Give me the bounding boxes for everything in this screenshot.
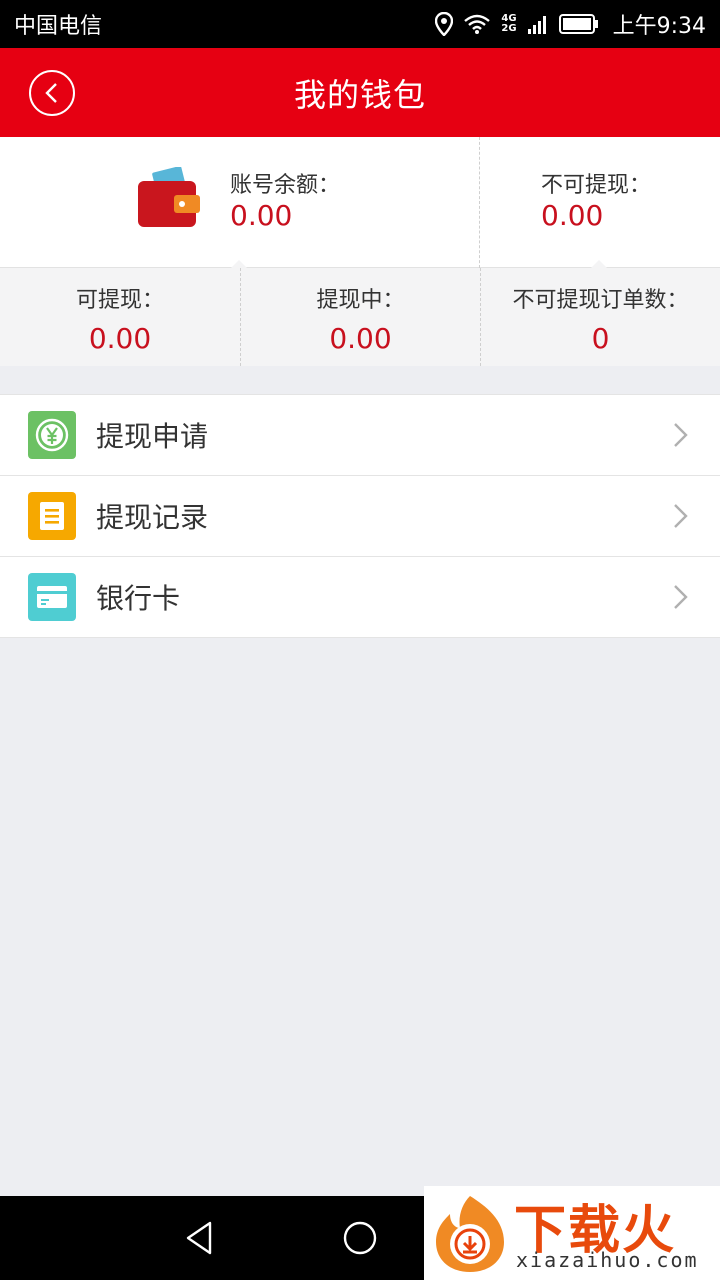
status-bar: 中国电信 4G 2G 上午9:34 (0, 0, 720, 48)
yen-coin-icon (28, 411, 76, 459)
withdrawable-value: 0.00 (88, 322, 152, 355)
account-balance-value: 0.00 (230, 199, 293, 232)
wallet-menu: 提现申请 提现记录 银行卡 (0, 394, 720, 638)
menu-label: 提现记录 (96, 501, 209, 534)
non-withdrawable-label: 不可提现： (541, 173, 652, 198)
withdrawing-cell: 提现中： 0.00 (240, 268, 480, 366)
carrier-name: 中国电信 (14, 14, 103, 39)
location-icon (435, 12, 454, 36)
non-withdrawable-orders-label: 不可提现订单数： (512, 288, 689, 313)
withdrawing-label: 提现中： (316, 288, 405, 313)
non-withdrawable-orders-value: 0 (591, 322, 610, 355)
balance-summary: 账号余额： 0.00 不可提现： 0.00 (0, 137, 720, 268)
menu-item-withdraw-apply[interactable]: 提现申请 (0, 395, 720, 476)
nav-back-icon[interactable] (184, 1220, 216, 1256)
bank-card-icon (28, 573, 76, 621)
document-icon (28, 492, 76, 540)
menu-label: 银行卡 (96, 582, 181, 615)
pointer-notch (231, 260, 247, 268)
withdrawable-label: 可提现： (75, 288, 164, 313)
nav-home-icon[interactable] (342, 1220, 378, 1256)
pointer-notch (591, 260, 607, 268)
watermark-badge: 下载火 xiazaihuo.com (424, 1186, 720, 1280)
non-withdrawable-value: 0.00 (541, 199, 604, 232)
page-title: 我的钱包 (293, 75, 426, 114)
app-header: 我的钱包 (0, 48, 720, 137)
menu-label: 提现申请 (96, 420, 209, 453)
flame-logo-icon (436, 1196, 504, 1272)
withdrawing-value: 0.00 (329, 322, 392, 355)
watermark-url: xiazaihuo.com (516, 1248, 699, 1272)
account-balance-label: 账号余额： (230, 173, 341, 198)
chevron-right-icon (674, 585, 688, 609)
divider (479, 137, 480, 268)
signal-icon (527, 16, 546, 34)
back-button[interactable] (29, 70, 75, 116)
chevron-right-icon (674, 423, 688, 447)
chevron-right-icon (674, 504, 688, 528)
menu-item-withdraw-records[interactable]: 提现记录 (0, 476, 720, 557)
non-withdrawable-orders-cell: 不可提现订单数： 0 (480, 268, 720, 366)
chevron-left-icon (45, 83, 57, 103)
clock: 上午9:34 (612, 14, 706, 39)
wifi-icon (464, 14, 491, 34)
status-icons: 4G 2G 上午9:34 (435, 8, 706, 40)
network-type: 4G 2G (501, 13, 517, 34)
balance-details: 可提现： 0.00 提现中： 0.00 不可提现订单数： 0 (0, 268, 720, 366)
withdrawable-cell: 可提现： 0.00 (0, 268, 240, 366)
menu-item-bank-card[interactable]: 银行卡 (0, 557, 720, 638)
battery-icon (558, 14, 598, 34)
wallet-icon (138, 167, 200, 227)
